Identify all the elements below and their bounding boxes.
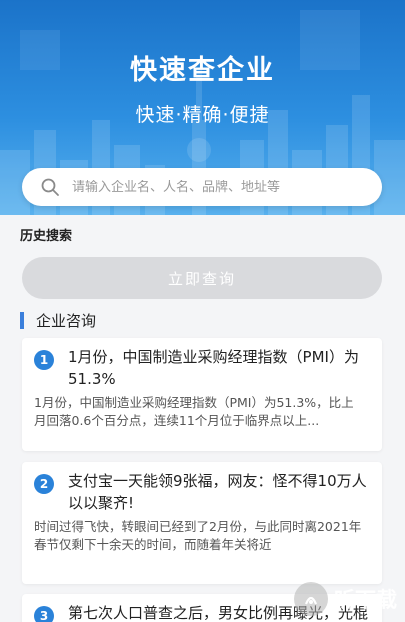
news-summary: 时间过得飞快，转眼间已经到了2月份，与此同时离2021年春节仅剩下十余天的时间，… [34, 519, 362, 552]
watermark-logo-icon [294, 582, 328, 616]
search-bar[interactable] [22, 168, 382, 206]
news-title[interactable]: 支付宝一天能领9张福，网友：怪不得10万人以以聚齐! [68, 470, 368, 514]
news-section-title: 企业咨询 [36, 312, 97, 330]
news-index-badge: 3 [34, 606, 54, 622]
search-input[interactable] [72, 179, 382, 195]
news-title[interactable]: 1月份，中国制造业采购经理指数（PMI）为51.3% [68, 346, 368, 390]
site-watermark: 听下载 [294, 582, 397, 616]
news-index-badge: 2 [34, 474, 54, 494]
news-card[interactable]: 1 1月份，中国制造业采购经理指数（PMI）为51.3% 1月份，中国制造业采购… [22, 338, 382, 451]
page-title: 快速查企业 [130, 55, 275, 86]
search-submit-button[interactable]: 立即查询 [22, 257, 382, 299]
news-card[interactable]: 2 支付宝一天能领9张福，网友：怪不得10万人以以聚齐! 时间过得飞快，转眼间已… [22, 462, 382, 584]
news-section-header: 企业咨询 [20, 310, 96, 331]
news-index-badge: 1 [34, 350, 54, 370]
news-summary: 1月份，中国制造业采购经理指数（PMI）为51.3%，比上月回落0.6个百分点，… [34, 395, 354, 428]
section-accent-bar [20, 312, 24, 329]
search-icon [41, 178, 59, 196]
slogan: 快速·精确·便捷 [135, 104, 270, 126]
history-search-label: 历史搜索 [20, 229, 73, 244]
watermark-text: 听下载 [334, 588, 397, 612]
